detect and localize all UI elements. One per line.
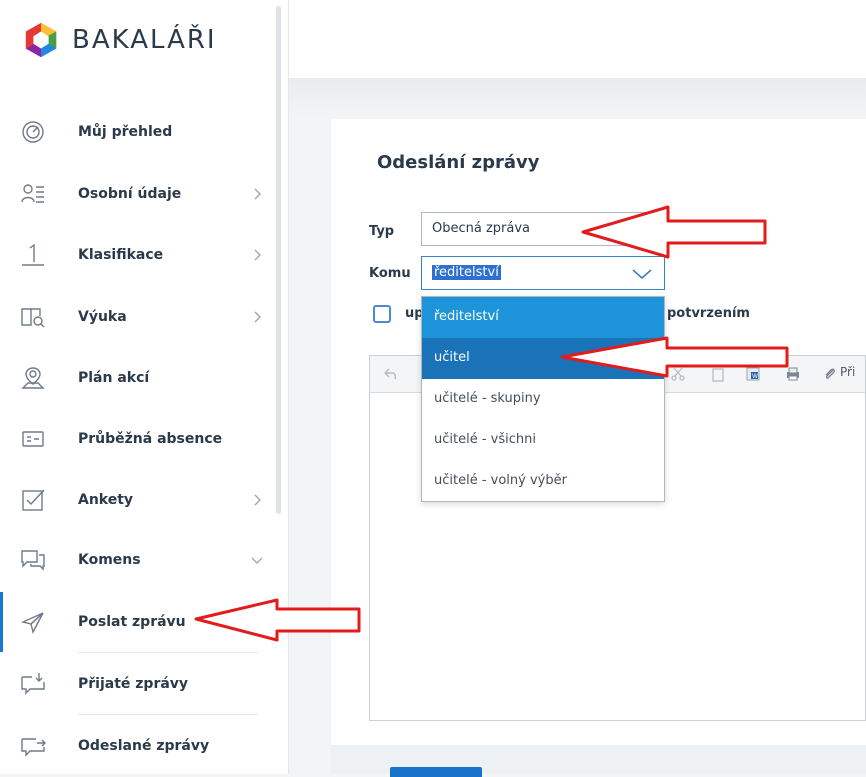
paperclip-icon[interactable] [822,366,838,382]
sidebar-item-plan-akci[interactable]: Plán akcí [0,348,276,408]
checkbox-icon [22,489,45,511]
komu-select[interactable]: ředitelství [421,256,665,290]
chevron-right-icon [254,311,261,323]
sidebar-item-label: Osobní údaje [78,186,182,202]
typ-select[interactable]: Obecná zpráva [421,212,665,246]
send-button[interactable] [390,767,482,777]
chevron-right-icon [254,188,261,200]
chevron-down-icon [251,557,263,564]
sidebar-item-label: Průběžná absence [78,431,223,447]
bakalari-logo-icon [25,22,57,58]
sidebar-item-label: Klasifikace [78,247,164,263]
print-icon[interactable] [785,366,801,382]
map-pin-icon [21,367,45,389]
sidebar-item-label: Ankety [78,492,134,508]
sidebar-item-vyuka[interactable]: Výuka [0,287,276,347]
sidebar-item-label: Poslat zprávu [78,614,186,630]
dropdown-option[interactable]: učitelé - skupiny [422,379,664,420]
sidebar-item-muj-prehled[interactable]: Můj přehled [0,102,276,162]
chevron-down-icon [632,225,652,236]
top-header [289,0,866,78]
page-title: Odeslání zprávy [377,152,540,173]
chevron-down-icon [632,269,652,280]
divider [78,652,258,653]
svg-text:W: W [752,373,758,380]
sidebar-item-komens[interactable]: Komens [0,530,276,590]
attach-label[interactable]: Při [840,365,855,379]
grade-one-icon [22,243,44,266]
outbox-icon [21,738,46,757]
dropdown-option[interactable]: ředitelství [422,297,664,338]
paste-icon[interactable] [710,366,726,382]
chevron-right-icon [254,249,261,261]
chevron-right-icon [254,494,261,506]
sidebar: BAKALÁŘI Můj přehled Osobní údaje Klasif… [0,0,289,774]
book-search-icon [21,308,45,328]
sidebar-item-prijate-zpravy[interactable]: Přijaté zprávy [0,654,276,714]
sidebar-item-label: Plán akcí [78,370,150,386]
sidebar-item-label: Výuka [78,309,127,325]
dropdown-option[interactable]: učitel [422,338,664,379]
komu-dropdown-list: ředitelství učitel učitelé - skupiny uči… [421,296,665,502]
header-shadow [289,78,866,118]
sidebar-item-odeslane-zpravy[interactable]: Odeslané zprávy [0,716,276,776]
sidebar-item-label: Odeslané zprávy [78,738,210,754]
checkbox-label-end: potvrzením [667,306,750,321]
sidebar-item-label: Přijaté zprávy [78,676,189,692]
undo-icon[interactable] [382,366,398,382]
komu-label: Komu [369,266,411,281]
typ-select-value: Obecná zpráva [432,221,531,236]
dashboard-icon [22,121,44,143]
dropdown-option[interactable]: učitelé - volný výběr [422,461,664,502]
absence-card-icon [22,431,44,447]
chat-bubbles-icon [21,550,45,571]
paper-plane-icon [20,612,44,634]
sidebar-scrollbar[interactable] [276,6,281,514]
sidebar-item-poslat-zpravu[interactable]: Poslat zprávu [0,592,276,652]
typ-label: Typ [369,224,395,239]
inbox-icon [21,673,45,695]
logo[interactable]: BAKALÁŘI [22,20,217,60]
sidebar-item-label: Komens [78,552,141,568]
confirmation-checkbox[interactable] [373,305,391,323]
komu-select-value: ředitelství [432,265,501,280]
sidebar-item-prubezna-absence[interactable]: Průběžná absence [0,409,276,469]
person-list-icon [21,184,44,203]
sidebar-item-osobni-udaje[interactable]: Osobní údaje [0,164,276,224]
paste-word-icon[interactable]: W [745,366,761,382]
active-indicator [0,592,3,652]
dropdown-option[interactable]: učitelé - všichni [422,420,664,461]
logo-text: BAKALÁŘI [72,25,217,55]
sidebar-item-ankety[interactable]: Ankety [0,470,276,530]
divider [78,714,258,715]
sidebar-item-klasifikace[interactable]: Klasifikace [0,225,276,285]
sidebar-item-label: Můj přehled [78,124,173,140]
cut-icon[interactable] [670,366,686,382]
